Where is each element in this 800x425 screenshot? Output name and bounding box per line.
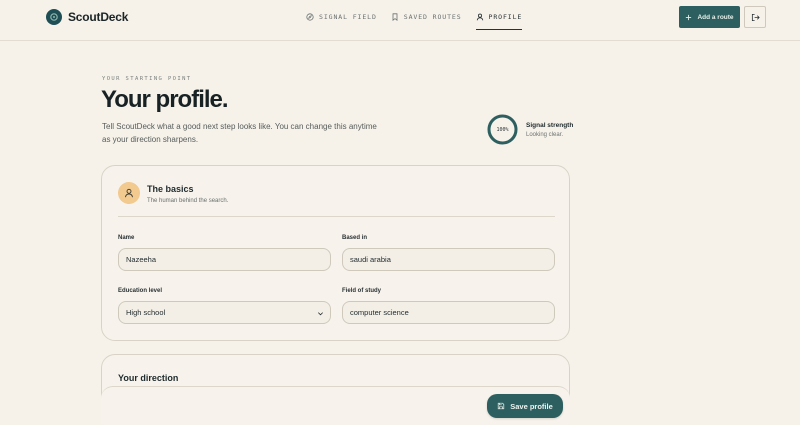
nav-profile[interactable]: PROFILE [475, 4, 523, 30]
nav-signal-field[interactable]: SIGNAL FIELD [306, 4, 377, 30]
direction-title: Your direction [118, 373, 179, 383]
main-nav: SIGNAL FIELD SAVED ROUTES PROFILE [306, 0, 523, 41]
signal-ring: 100% [487, 114, 518, 145]
nav-saved-routes[interactable]: SAVED ROUTES [391, 4, 462, 30]
brand-logo-icon [46, 9, 62, 25]
person-avatar-icon [118, 182, 140, 204]
nav-label: PROFILE [488, 12, 523, 21]
user-icon [476, 13, 483, 20]
name-label: Name [118, 235, 135, 241]
plus-icon [686, 14, 692, 20]
page-title: Your profile. [101, 86, 229, 113]
basics-title: The basics [147, 184, 194, 194]
save-icon [498, 402, 505, 410]
divider [118, 216, 555, 217]
field-of-study-field[interactable]: computer science [342, 301, 555, 324]
compass-icon [306, 13, 314, 21]
add-route-button[interactable]: Add a route [679, 6, 740, 28]
bookmark-icon [392, 13, 398, 21]
page-eyebrow: YOUR STARTING POINT [102, 76, 192, 82]
basics-subtitle: The human behind the search. [147, 198, 229, 204]
signal-status: Looking clear. [526, 131, 564, 138]
signal-percent: 100% [496, 126, 509, 133]
page-intro: Tell ScoutDeck what a good next step loo… [102, 122, 377, 144]
based-in-label: Based in [342, 235, 368, 241]
signal-strength: 100% Signal strength Looking clear. [487, 114, 573, 145]
education-label: Education level [118, 288, 163, 294]
signal-title: Signal strength [526, 121, 574, 129]
logout-icon [751, 13, 760, 21]
education-select[interactable]: High school [118, 301, 331, 324]
based-in-field[interactable]: saudi arabia [342, 248, 555, 271]
brand[interactable]: ScoutDeck [46, 9, 128, 25]
education-value: High school [126, 308, 166, 317]
top-bar: ScoutDeck SIGNAL FIELD SAVED ROUTES PROF… [0, 0, 800, 41]
basics-card: The basics The human behind the search. … [101, 165, 570, 341]
save-profile-button[interactable]: Save profile [487, 394, 563, 418]
nav-label: SIGNAL FIELD [319, 13, 377, 21]
logout-button[interactable] [744, 6, 766, 28]
nav-label: SAVED ROUTES [403, 13, 462, 21]
field-of-study-label: Field of study [342, 288, 381, 294]
brand-name: ScoutDeck [68, 10, 129, 24]
name-field[interactable]: Nazeeha [118, 248, 331, 271]
add-route-label: Add a route [697, 13, 734, 21]
chevron-down-icon [318, 312, 323, 316]
save-profile-label: Save profile [510, 401, 553, 411]
